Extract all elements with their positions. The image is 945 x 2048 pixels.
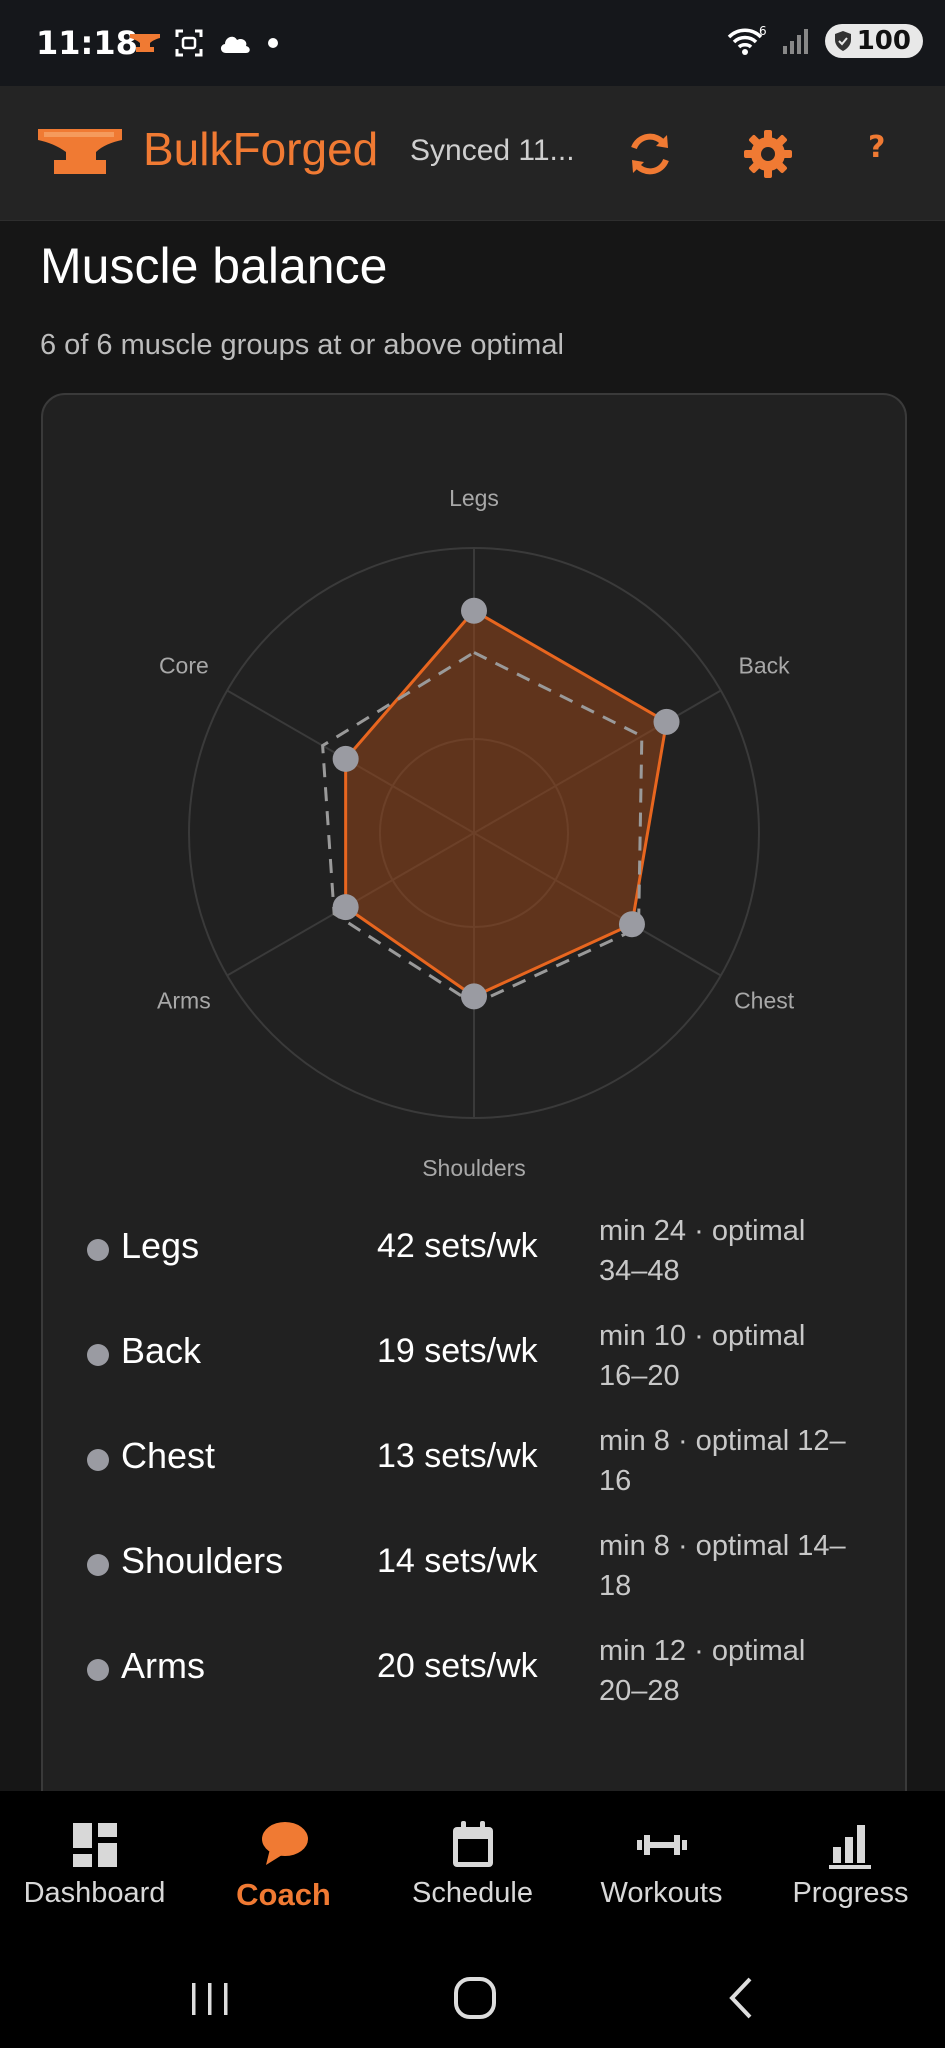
anvil-notification-icon [130, 34, 160, 52]
system-nav-bar [0, 1951, 945, 2048]
dumbbell-icon [636, 1835, 687, 1855]
nav-label: Workouts [600, 1877, 723, 1909]
brand-name: BulkForged [143, 123, 379, 175]
app-bar: BulkForged Synced 11... ? [0, 86, 945, 221]
legend-dot [87, 1659, 109, 1681]
wifi-icon: 6 [727, 25, 767, 55]
radar-chart: Legs Back Chest Shoulders Arms Core [157, 485, 795, 1181]
legend-row-arms: Arms 20 sets/wk min 12 · optimal 20–28 [87, 1635, 887, 1740]
legend-sets: 13 sets/wk [377, 1437, 538, 1475]
legend-sets: 14 sets/wk [377, 1542, 538, 1580]
sync-status: Synced 11... [410, 134, 575, 167]
legend-sets: 42 sets/wk [377, 1227, 538, 1265]
status-bar: 11:18 6 100 [0, 0, 945, 86]
sync-icon [631, 133, 669, 175]
dashboard-icon [72, 1823, 117, 1867]
radar-axis-label-arms: Arms [157, 988, 211, 1014]
legend-range: min 24 · optimal 34–48 [599, 1215, 806, 1287]
legend-row-legs: Legs 42 sets/wk min 24 · optimal 34–48 [87, 1215, 887, 1320]
back-button[interactable] [722, 1975, 762, 2021]
anvil-logo-icon [38, 129, 122, 174]
shield-icon [834, 31, 851, 51]
legend-dot [87, 1344, 109, 1366]
legend-name: Legs [121, 1225, 200, 1266]
muscle-balance-card: Legs Back Chest Shoulders Arms Core Legs 42 s… [41, 393, 907, 1791]
legend-sets: 20 sets/wk [377, 1647, 538, 1685]
radar-axis-label-chest: Chest [734, 988, 795, 1014]
radar-point-shoulders [461, 983, 487, 1010]
nav-schedule[interactable]: Schedule [378, 1791, 567, 1951]
radar-axis-label-shoulders: Shoulders [422, 1155, 526, 1181]
legend-dot [87, 1239, 109, 1261]
nav-label: Schedule [412, 1877, 533, 1909]
nav-label: Dashboard [23, 1877, 166, 1909]
sync-button[interactable] [620, 124, 680, 184]
wifi-badge: 6 [759, 25, 767, 38]
radar-point-arms [332, 894, 359, 921]
coach-content[interactable]: Muscle balance 6 of 6 muscle groups at o… [0, 221, 945, 1791]
bottom-nav: Dashboard Coach Schedule Workouts Progre… [0, 1791, 945, 1951]
muscle-legend: Legs 42 sets/wk min 24 · optimal 34–48 B… [87, 1215, 887, 1740]
radar-point-back [653, 708, 680, 735]
gear-icon [744, 130, 792, 178]
nav-dashboard[interactable]: Dashboard [0, 1791, 189, 1951]
settings-button[interactable] [738, 124, 798, 184]
legend-name: Shoulders [121, 1540, 284, 1581]
radar-axis-label-back: Back [739, 653, 791, 679]
nav-progress[interactable]: Progress [756, 1791, 945, 1951]
nav-label: Progress [792, 1877, 909, 1909]
nav-workouts[interactable]: Workouts [567, 1791, 756, 1951]
chat-bubble-icon [261, 1822, 308, 1865]
battery-indicator: 100 [824, 24, 923, 58]
radar-point-chest [618, 911, 645, 938]
legend-row-chest: Chest 13 sets/wk min 8 · optimal 12–16 [87, 1425, 887, 1530]
dot-icon [268, 38, 278, 48]
legend-name: Arms [121, 1645, 205, 1686]
legend-range: min 8 · optimal 14–18 [599, 1530, 846, 1602]
legend-dot [87, 1554, 109, 1576]
radar-axis-label-core: Core [159, 653, 209, 679]
legend-row-back: Back 19 sets/wk min 10 · optimal 16–20 [87, 1320, 887, 1425]
page-title: Muscle balance [40, 238, 388, 294]
calendar-icon [452, 1821, 493, 1867]
cell-signal-icon [782, 29, 808, 54]
help-button[interactable]: ? [868, 130, 885, 165]
legend-row-shoulders: Shoulders 14 sets/wk min 8 · optimal 14–… [87, 1530, 887, 1635]
status-notification-icons [130, 28, 280, 58]
radar-axis-label-legs: Legs [449, 485, 499, 511]
legend-range: min 8 · optimal 12–16 [599, 1425, 846, 1497]
recent-apps-button[interactable] [188, 1977, 232, 2021]
battery-level: 100 [856, 26, 911, 56]
cloud-icon [220, 36, 250, 53]
legend-dot [87, 1449, 109, 1471]
nav-label: Coach [236, 1877, 331, 1912]
home-button[interactable] [452, 1975, 498, 2021]
radar-point-core [332, 745, 359, 772]
page-subtitle: 6 of 6 muscle groups at or above optimal [40, 329, 564, 361]
nav-coach[interactable]: Coach [189, 1791, 378, 1951]
legend-sets: 19 sets/wk [377, 1332, 538, 1370]
status-right-icons: 6 100 [725, 24, 923, 58]
bar-chart-icon [828, 1825, 871, 1869]
status-time: 11:18 [36, 24, 138, 62]
legend-range: min 12 · optimal 20–28 [599, 1635, 806, 1707]
legend-name: Chest [121, 1435, 216, 1476]
radar-point-legs [461, 597, 487, 624]
legend-name: Back [121, 1330, 202, 1371]
screenshot-icon [175, 29, 203, 57]
legend-range: min 10 · optimal 16–20 [599, 1320, 806, 1392]
